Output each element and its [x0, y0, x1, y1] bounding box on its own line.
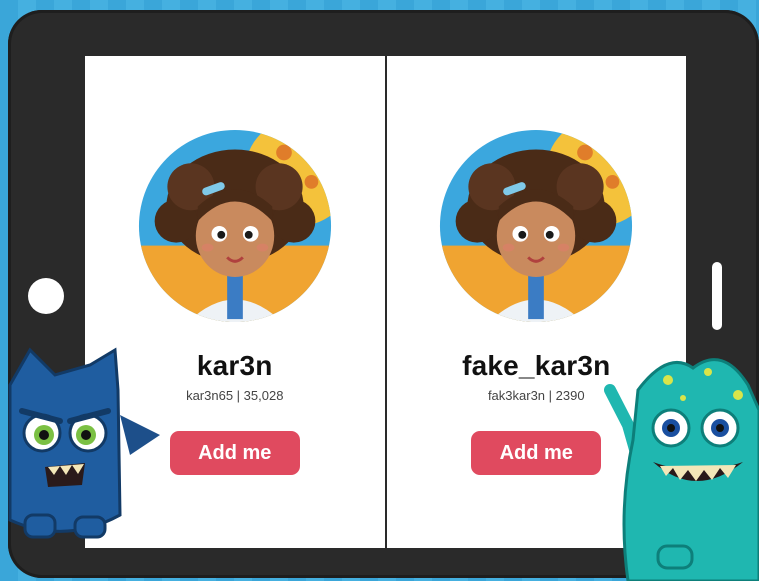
profile-username: fake_kar3n [462, 350, 611, 381]
avatar [440, 129, 633, 323]
tablet-screen: kar3n kar3n65 | 35,028 Add me fake_kar3n… [85, 56, 686, 548]
tablet-home-button [28, 278, 64, 314]
add-me-button[interactable]: Add me [471, 431, 602, 475]
teal-monster-illustration [604, 358, 759, 581]
avatar [138, 129, 331, 323]
tablet-side-button [712, 262, 722, 330]
profile-handle-and-friends: kar3n65 | 35,028 [186, 388, 284, 403]
blue-monster-illustration [8, 347, 160, 539]
profile-handle-and-friends: fak3kar3n | 2390 [487, 388, 585, 403]
profile-username: kar3n [196, 350, 273, 381]
add-me-button[interactable]: Add me [169, 431, 300, 475]
